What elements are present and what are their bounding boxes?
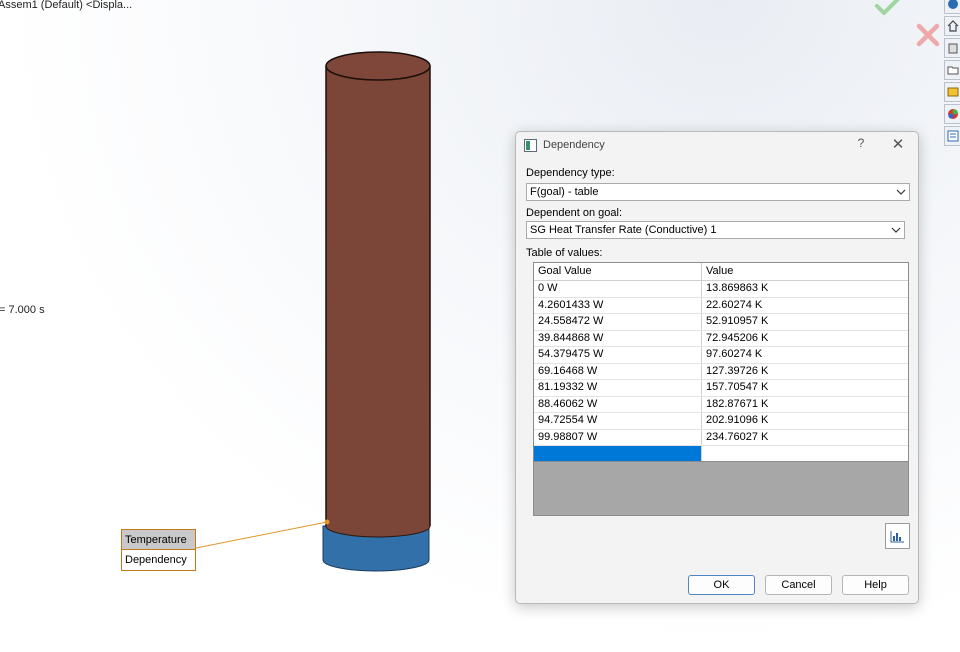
- cell-goal-value[interactable]: 24.558472 W: [534, 314, 702, 330]
- new-entry-row[interactable]: [534, 446, 908, 462]
- chevron-down-icon: [896, 189, 906, 195]
- table-row[interactable]: 24.558472 W 52.910957 K: [534, 314, 908, 331]
- dependency-type-value: F(goal) - table: [530, 186, 599, 198]
- table-row[interactable]: 81.19332 W 157.70547 K: [534, 380, 908, 397]
- properties-icon[interactable]: [944, 126, 960, 146]
- new-value-cell[interactable]: [702, 446, 908, 461]
- cell-goal-value[interactable]: 0 W: [534, 281, 702, 297]
- table-row[interactable]: 54.379475 W 97.60274 K: [534, 347, 908, 364]
- dependency-type-select[interactable]: F(goal) - table: [526, 183, 910, 201]
- table-row[interactable]: 4.2601433 W 22.60274 K: [534, 297, 908, 314]
- cell-value[interactable]: 72.945206 K: [702, 331, 908, 347]
- values-table[interactable]: Goal Value Value 0 W 13.869863 K 4.260143…: [533, 262, 909, 516]
- header-value: Value: [706, 265, 734, 277]
- temperature-callout[interactable]: Temperature Dependency: [121, 529, 196, 571]
- cell-value[interactable]: 52.910957 K: [702, 314, 908, 330]
- dependency-dialog: Dependency ? ✕ Dependency type: F(goal) …: [515, 131, 919, 604]
- design-library-icon[interactable]: [944, 82, 960, 102]
- cylinder-top-face: [325, 51, 431, 81]
- plot-chart-button[interactable]: [885, 523, 910, 549]
- table-row[interactable]: 39.844868 W 72.945206 K: [534, 330, 908, 347]
- home-icon[interactable]: [944, 16, 960, 36]
- cell-value[interactable]: 157.70547 K: [702, 380, 908, 396]
- folder-icon[interactable]: [944, 60, 960, 80]
- cell-goal-value[interactable]: 94.72554 W: [534, 413, 702, 429]
- table-row[interactable]: 0 W 13.869863 K: [534, 281, 908, 298]
- cell-goal-value[interactable]: 39.844868 W: [534, 330, 702, 346]
- chart-icon: [890, 530, 904, 542]
- parts-icon[interactable]: [944, 38, 960, 58]
- view-orientation-icon[interactable]: [944, 0, 960, 14]
- cell-value[interactable]: 234.76027 K: [702, 430, 908, 446]
- selected-new-cell[interactable]: [534, 446, 702, 461]
- cell-goal-value[interactable]: 69.16468 W: [534, 363, 702, 379]
- chevron-down-icon: [891, 227, 901, 233]
- cell-goal-value[interactable]: 88.46062 W: [534, 396, 702, 412]
- callout-body: Dependency: [125, 554, 187, 566]
- cell-value[interactable]: 202.91096 K: [702, 413, 908, 429]
- cell-value[interactable]: 97.60274 K: [702, 347, 908, 363]
- dependent-goal-select[interactable]: SG Heat Transfer Rate (Conductive) 1: [526, 221, 905, 239]
- help-question-icon[interactable]: ?: [851, 136, 871, 150]
- header-goal-value: Goal Value: [534, 263, 702, 280]
- cancel-x-icon[interactable]: [915, 22, 941, 48]
- cell-goal-value[interactable]: 4.2601433 W: [534, 297, 702, 313]
- dependency-type-label: Dependency type:: [526, 167, 615, 179]
- callout-title: Temperature: [122, 530, 195, 550]
- cell-goal-value[interactable]: 54.379475 W: [534, 347, 702, 363]
- cell-goal-value[interactable]: 81.19332 W: [534, 380, 702, 396]
- dependent-goal-label: Dependent on goal:: [526, 207, 623, 219]
- dialog-title: Dependency: [543, 139, 605, 151]
- table-label: Table of values:: [526, 247, 603, 259]
- cylinder-body: [325, 65, 431, 538]
- dialog-app-icon: [524, 139, 537, 152]
- table-row[interactable]: 99.98807 W 234.76027 K: [534, 429, 908, 446]
- appearances-icon[interactable]: [944, 104, 960, 124]
- cancel-button[interactable]: Cancel: [765, 575, 832, 595]
- dependent-goal-value: SG Heat Transfer Rate (Conductive) 1: [530, 224, 717, 236]
- cell-value[interactable]: 13.869863 K: [702, 281, 908, 297]
- table-row[interactable]: 88.46062 W 182.87671 K: [534, 396, 908, 413]
- table-row[interactable]: 94.72554 W 202.91096 K: [534, 413, 908, 430]
- cell-value[interactable]: 127.39726 K: [702, 364, 908, 380]
- task-pane-toolbar: [944, 0, 960, 148]
- table-header: Goal Value Value: [534, 263, 908, 281]
- ok-button[interactable]: OK: [688, 575, 755, 595]
- cell-value[interactable]: 182.87671 K: [702, 397, 908, 413]
- table-row[interactable]: 69.16468 W 127.39726 K: [534, 363, 908, 380]
- dialog-titlebar[interactable]: Dependency ? ✕: [516, 132, 918, 160]
- cell-value[interactable]: 22.60274 K: [702, 298, 908, 314]
- callout-leader-line: [195, 521, 328, 549]
- probe-point: [324, 519, 330, 525]
- cell-goal-value[interactable]: 99.98807 W: [534, 429, 702, 445]
- close-icon[interactable]: ✕: [888, 135, 908, 153]
- help-button[interactable]: Help: [842, 575, 909, 595]
- confirm-check-icon[interactable]: [874, 0, 902, 18]
